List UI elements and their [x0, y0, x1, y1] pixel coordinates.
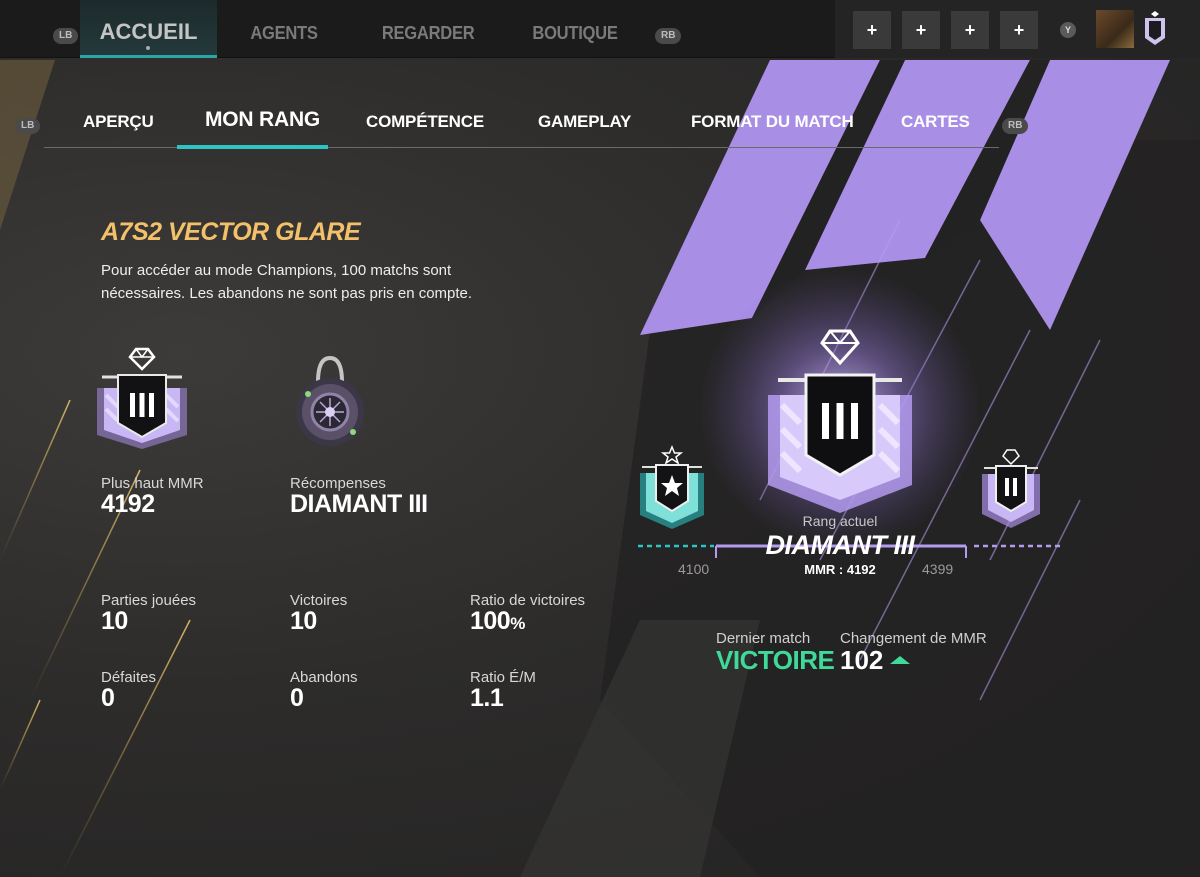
win-ratio-unit: %: [510, 614, 525, 633]
subtab-gameplay[interactable]: GAMEPLAY: [538, 112, 631, 132]
quick-slot-button-3[interactable]: +: [951, 11, 989, 49]
stat-value-win-ratio: 100%: [470, 607, 525, 636]
quick-slot-button-1[interactable]: +: [853, 11, 891, 49]
highest-mmr-value: 4192: [101, 490, 155, 518]
quick-slot-button-4[interactable]: +: [1000, 11, 1038, 49]
season-description: Pour accéder au mode Champions, 100 matc…: [101, 262, 473, 302]
rb-bumper-hint: RB: [655, 28, 682, 44]
top-nav-bar: LB ACCUEIL AGENTS REGARDER BOUTIQUE RB +…: [0, 0, 1200, 58]
subtab-format-du-match[interactable]: FORMAT DU MATCH: [691, 112, 854, 132]
player-rank-badge-icon: [1145, 11, 1165, 45]
diamond-rank-icon: [97, 347, 187, 449]
stat-value: 10: [290, 607, 317, 635]
mmr-change-value: 102: [840, 645, 884, 675]
subtab-competence[interactable]: COMPÉTENCE: [366, 112, 484, 132]
mmr-up-arrow-icon: [890, 656, 910, 664]
lb-bumper-hint: LB: [53, 28, 79, 44]
sub-rb-bumper-hint: RB: [1002, 118, 1029, 134]
subtab-mon-rang[interactable]: MON RANG: [205, 108, 320, 132]
nav-tab-agents[interactable]: AGENTS: [244, 0, 325, 58]
win-ratio-number: 100: [470, 607, 511, 635]
nav-tab-accueil[interactable]: ACCUEIL: [80, 0, 217, 58]
current-rank-mmr: MMR : 4192: [804, 562, 876, 577]
nav-tab-boutique[interactable]: BOUTIQUE: [532, 0, 618, 58]
subtab-cartes[interactable]: CARTES: [901, 112, 970, 132]
rewards-value: DIAMANT III: [290, 490, 428, 518]
player-avatar[interactable]: [1096, 10, 1134, 48]
stat-value: 1.1: [470, 684, 504, 712]
rank-upper-bound: 4399: [922, 561, 954, 577]
reward-charm-icon: [296, 355, 364, 446]
nav-tab-label: ACCUEIL: [99, 19, 198, 44]
active-indicator-dot: [146, 46, 150, 50]
stat-value: 0: [290, 684, 304, 712]
season-title: A7S2 VECTOR GLARE: [101, 218, 361, 246]
sub-lb-bumper-hint: LB: [15, 118, 41, 134]
subnav-active-underline: [177, 145, 328, 149]
current-rank-caption: Rang actuel: [802, 513, 878, 529]
rank-lower-bound: 4100: [678, 561, 710, 577]
last-match-result: VICTOIRE: [716, 645, 835, 675]
current-rank-icon: [768, 329, 912, 513]
nav-tab-regarder[interactable]: REGARDER: [382, 0, 475, 58]
y-button-hint: Y: [1060, 22, 1076, 38]
current-rank-name: DIAMANT III: [765, 530, 916, 560]
quick-slot-button-2[interactable]: +: [902, 11, 940, 49]
subtab-apercu[interactable]: APERÇU: [83, 112, 154, 132]
stat-value: 10: [101, 607, 128, 635]
stat-value: 0: [101, 684, 115, 712]
